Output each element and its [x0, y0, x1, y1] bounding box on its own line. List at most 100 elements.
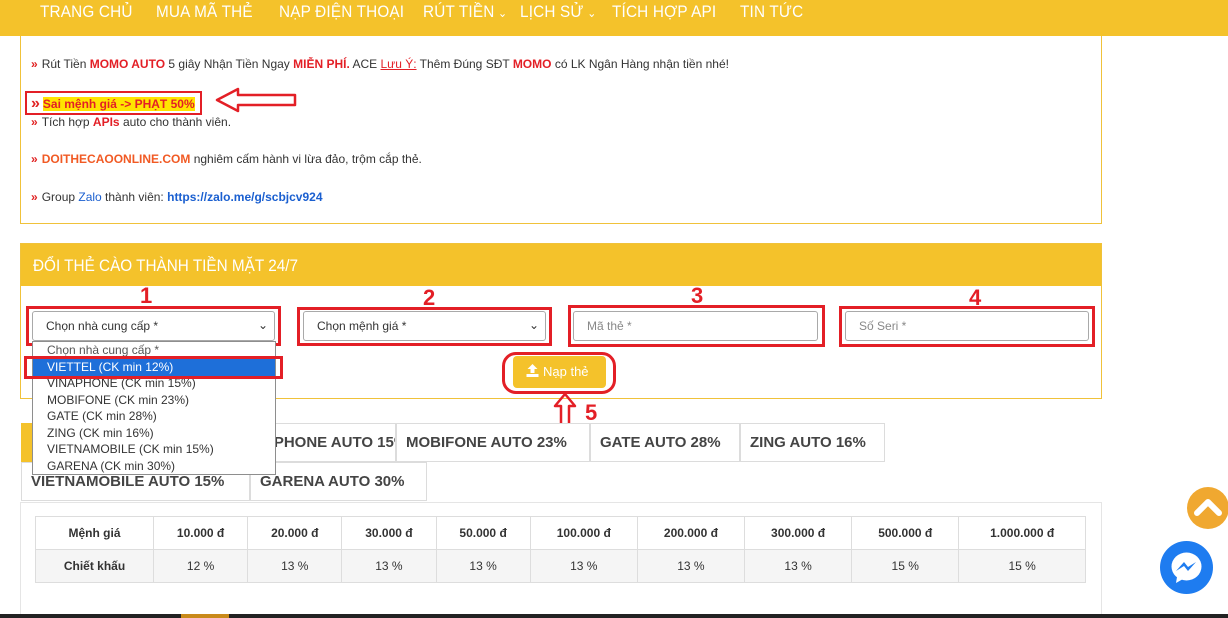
tab-gate[interactable]: GATE AUTO 28% [590, 423, 740, 462]
chevron-down-icon: ⌄ [257, 318, 268, 332]
serial-input[interactable]: Số Seri * [845, 311, 1089, 341]
nav-item-news[interactable]: TIN TỨC [740, 2, 803, 22]
upload-icon [526, 364, 539, 377]
table-row: Chiết khấu 12 % 13 % 13 % 13 % 13 % 13 %… [35, 549, 1086, 583]
text-zalo: Zalo [78, 190, 102, 204]
text-highlight: APIs [92, 115, 120, 129]
denomination-cell: 200.000 đ [636, 516, 746, 550]
bullet: » [31, 152, 38, 166]
card-code-input[interactable]: Mã thẻ * [573, 311, 818, 341]
text: Thêm Đúng SĐT [416, 57, 513, 71]
table-row: Mệnh giá 10.000 đ 20.000 đ 30.000 đ 50.0… [35, 516, 1086, 550]
discount-cell: 15 % [851, 549, 960, 583]
denomination-cell: 100.000 đ [529, 516, 638, 550]
placeholder-text: Số Seri * [859, 319, 907, 333]
nav-label: TIN TỨC [740, 2, 804, 21]
panel-header: ĐỔI THẺ CÀO THÀNH TIỀN MẶT 24/7 [21, 244, 1101, 286]
tab-garena[interactable]: GARENA AUTO 30% [250, 462, 427, 501]
text-note: Lưu Ý: [380, 57, 417, 71]
nav-label: TÍCH HỢP API [612, 2, 717, 21]
tab-mobifone[interactable]: MOBIFONE AUTO 23% [396, 423, 590, 462]
text: thành viên: [101, 190, 168, 204]
nav-item-api[interactable]: TÍCH HỢP API [612, 2, 716, 22]
tab-label: MOBIFONE AUTO 23% [406, 434, 567, 451]
text: Rút Tiền [41, 57, 90, 71]
messenger-icon [1171, 552, 1202, 583]
site-name: DOITHECAOONLINE.COM [41, 152, 191, 166]
bullet: » [31, 115, 38, 129]
text: auto cho thành viên. [119, 115, 232, 129]
nav-label: LỊCH SỬ [520, 2, 584, 21]
scroll-top-button[interactable] [1187, 487, 1228, 529]
notice-line-warning: » DOITHECAOONLINE.COM nghiêm cấm hành vi … [31, 152, 422, 166]
denomination-cell: 20.000 đ [247, 516, 343, 550]
discount-cell: 13 % [435, 549, 531, 583]
text: Tích hợp [41, 115, 93, 129]
text: Group [41, 190, 79, 204]
text: có LK Ngân Hàng nhận tiền nhé! [551, 57, 729, 71]
panel-title: ĐỔI THẺ CÀO THÀNH TIỀN MẶT 24/7 [33, 256, 298, 275]
bullet: » [31, 95, 40, 112]
tab-label: VIETNAMOBILE AUTO 15% [31, 473, 225, 490]
nav-label: NẠP ĐIỆN THOẠI [279, 2, 405, 21]
dropdown-option[interactable]: ZING (CK min 16%) [33, 425, 275, 442]
text: nghiêm cấm hành vi lừa đảo, trộm cắp thẻ… [190, 152, 422, 166]
dropdown-option[interactable]: VIETNAMOBILE (CK min 15%) [33, 441, 275, 458]
annotation-arrow-left-icon [215, 87, 297, 113]
chevron-down-icon: ⌄ [528, 318, 539, 332]
nav-item-buy-card[interactable]: MUA MÃ THẺ [156, 2, 253, 22]
table-header-cell: Chiết khấu [35, 549, 154, 583]
zalo-group-link[interactable]: https://zalo.me/g/scbjcv924 [167, 190, 322, 204]
table-header-cell: Mệnh giá [35, 516, 154, 550]
discount-cell: 15 % [958, 549, 1086, 583]
denomination-cell: 500.000 đ [851, 516, 960, 550]
nav-item-phone-topup[interactable]: NẠP ĐIỆN THOẠI [279, 2, 404, 22]
discount-cell: 13 % [529, 549, 638, 583]
penalty-text: Sai mệnh giá -> PHẠT 50% [42, 97, 195, 111]
annotation-box-selected-option [24, 356, 283, 379]
text: ACE [349, 57, 381, 71]
nav-item-withdraw[interactable]: RÚT TIỀN ⌄ [423, 2, 507, 22]
tab-zing[interactable]: ZING AUTO 16% [740, 423, 885, 462]
discount-cell: 13 % [636, 549, 746, 583]
dropdown-option[interactable]: GATE (CK min 28%) [33, 408, 275, 425]
dropdown-option[interactable]: MOBIFONE (CK min 23%) [33, 392, 275, 409]
chevron-down-icon: ⌄ [587, 6, 597, 20]
text-highlight: MIỄN PHÍ. [293, 57, 350, 71]
nav-label: TRANG CHỦ [40, 2, 133, 21]
bullet: » [31, 57, 38, 71]
tab-label: GATE AUTO 28% [600, 434, 721, 451]
text-highlight: MOMO [512, 57, 552, 71]
nav-item-home[interactable]: TRANG CHỦ [40, 2, 133, 22]
tab-label: GARENA AUTO 30% [260, 473, 405, 490]
amount-select[interactable]: Chọn mệnh giá * ⌄ [303, 311, 546, 341]
nav-item-history[interactable]: LỊCH SỬ ⌄ [520, 2, 596, 22]
chevron-down-icon: ⌄ [498, 6, 508, 20]
submit-label: Nạp thẻ [543, 364, 589, 379]
discount-cell: 13 % [743, 549, 853, 583]
bullet: » [31, 190, 38, 204]
footer-accent [181, 614, 229, 618]
text: 5 giây Nhận Tiền Ngay [165, 57, 294, 71]
provider-select[interactable]: Chọn nhà cung cấp * ⌄ [32, 311, 275, 341]
text-highlight: MOMO AUTO [89, 57, 166, 71]
dropdown-option[interactable]: GARENA (CK min 30%) [33, 458, 275, 475]
placeholder-text: Mã thẻ * [587, 319, 632, 333]
discount-cell: 13 % [247, 549, 343, 583]
submit-card-button[interactable]: Nạp thẻ [513, 356, 606, 388]
top-navigation: TRANG CHỦ MUA MÃ THẺ NẠP ĐIỆN THOẠI RÚT … [0, 0, 1228, 36]
denomination-cell: 30.000 đ [341, 516, 437, 550]
tab-label: ZING AUTO 16% [750, 434, 866, 451]
denomination-cell: 50.000 đ [435, 516, 531, 550]
chevron-up-icon [1194, 499, 1222, 516]
select-value: Chọn mệnh giá * [317, 319, 407, 333]
denomination-cell: 300.000 đ [743, 516, 853, 550]
penalty-warning: » Sai mệnh giá -> PHẠT 50% [25, 91, 202, 115]
discount-cell: 12 % [152, 549, 249, 583]
notice-line-api: » Tích hợp APIs auto cho thành viên. [31, 115, 231, 129]
nav-label: MUA MÃ THẺ [156, 2, 253, 21]
nav-label: RÚT TIỀN [423, 2, 495, 21]
notice-line-zalo: » Group Zalo thành viên: https://zalo.me/… [31, 190, 323, 204]
notice-line-momo: » Rút Tiền MOMO AUTO 5 giây Nhận Tiền Nga… [31, 57, 729, 71]
messenger-button[interactable] [1160, 541, 1213, 594]
